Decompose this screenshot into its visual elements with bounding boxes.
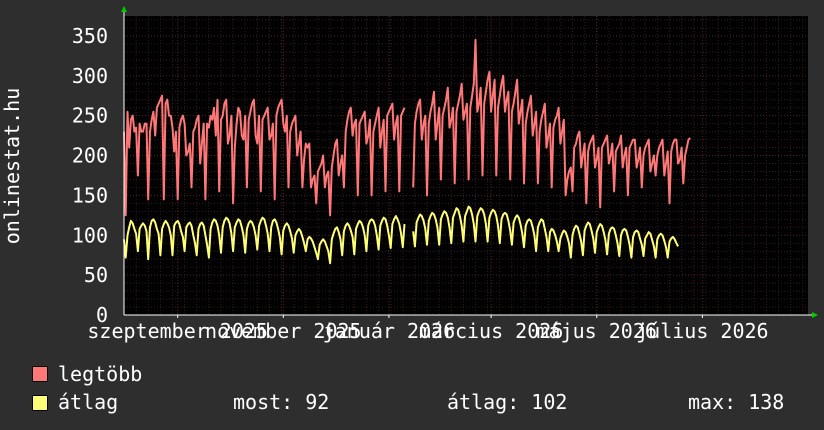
y-axis-label: onlinestat.hu: [0, 88, 24, 245]
x-tick-label: július 2026: [636, 319, 768, 343]
y-tick-label: 100: [72, 223, 108, 247]
y-tick-label: 200: [72, 144, 108, 168]
plot-area: [124, 16, 808, 315]
y-tick-label: 150: [72, 183, 108, 207]
legend-label-avg: átlag: [58, 390, 119, 414]
legend: legtöbb átlag most: 92 átlag: 102 max: 1…: [0, 360, 824, 430]
chart-svg: 050100150200250300350szeptember 2025nove…: [0, 6, 818, 343]
legend-label-max: legtöbb: [58, 362, 143, 386]
stat-max: max: 138: [688, 390, 785, 414]
stat-average: átlag: 102: [447, 390, 568, 414]
x-axis-arrow: [812, 312, 818, 318]
legend-swatch-avg: [32, 395, 48, 411]
legend-swatch-max: [32, 366, 48, 382]
y-tick-label: 350: [72, 24, 108, 48]
y-tick-label: 300: [72, 64, 108, 88]
y-tick-label: 50: [84, 263, 108, 287]
y-axis-arrow: [121, 6, 127, 12]
stat-current: most: 92: [233, 390, 330, 414]
y-tick-label: 250: [72, 104, 108, 128]
